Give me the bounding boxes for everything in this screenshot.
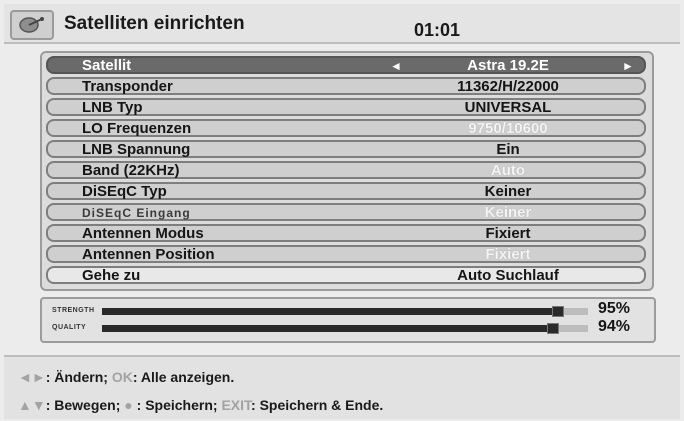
setting-label: Band (22KHz): [82, 162, 180, 179]
satellite-dish-icon: [10, 10, 54, 40]
setting-value: 11362/H/22000: [457, 78, 559, 95]
setting-value: 9750/10600: [468, 120, 548, 137]
title-bar: Satelliten einrichten 01:01: [4, 4, 680, 44]
setting-label: LNB Spannung: [82, 141, 191, 158]
help-text-save: : Speichern;: [132, 397, 222, 413]
setting-value: Auto Suchlauf: [457, 267, 559, 284]
help-bar: ◄►: Ändern; OK: Alle anzeigen. ▲▼: Beweg…: [4, 355, 680, 419]
setting-row-transponder[interactable]: Transponder 11362/H/22000: [46, 77, 646, 95]
setting-value: Keiner: [484, 204, 532, 221]
strength-label: STRENGTH: [52, 307, 95, 314]
signal-meters: STRENGTH 95% QUALITY 94%: [40, 297, 656, 343]
setting-label: Transponder: [82, 78, 173, 95]
clock: 01:01: [414, 20, 461, 40]
setting-value: Keiner: [484, 183, 532, 200]
help-text-show-all: : Alle anzeigen.: [132, 369, 235, 385]
record-dot-icon: ●: [124, 397, 133, 413]
setting-row-satellit[interactable]: Satellit ◄ Astra 19.2E ►: [46, 56, 646, 74]
setting-value: Auto: [490, 162, 526, 179]
strength-percent: 95%: [598, 300, 631, 317]
help-text-change: : Ändern;: [45, 369, 112, 385]
setting-label: DiSEqC Typ: [82, 183, 167, 200]
left-right-arrows-icon: ◄►: [18, 369, 46, 385]
setting-value: UNIVERSAL: [464, 99, 552, 116]
setting-label: LO Frequenzen: [82, 120, 192, 137]
help-line-move: ▲▼: Bewegen; ● : Speichern; EXIT: Speich…: [18, 397, 383, 413]
ok-key-label: OK: [111, 369, 133, 385]
strength-bar-fill: [102, 308, 564, 315]
setting-label: Satellit: [82, 57, 132, 74]
setting-row-antennen-modus[interactable]: Antennen Modus Fixiert: [46, 224, 646, 242]
setting-value: Astra 19.2E: [467, 57, 549, 74]
setting-value: Fixiert: [485, 246, 531, 263]
quality-bar-marker: [547, 323, 559, 334]
setting-row-diseqc-typ[interactable]: DiSEqC Typ Keiner: [46, 182, 646, 200]
quality-label: QUALITY: [52, 324, 87, 331]
setting-value: Ein: [496, 141, 520, 158]
satellite-setup-screen: Satelliten einrichten 01:01 Satellit ◄ A…: [0, 0, 684, 421]
quality-bar: [102, 323, 588, 334]
setting-label: LNB Typ: [82, 99, 143, 116]
setting-row-diseqc-eingang[interactable]: DiSEqC Eingang Keiner: [46, 203, 646, 221]
setting-label: Antennen Position: [82, 246, 215, 263]
quality-percent: 94%: [598, 318, 631, 335]
settings-panel: Satellit ◄ Astra 19.2E ► Transponder 113…: [40, 51, 654, 291]
setting-label: Gehe zu: [82, 267, 141, 284]
page-title: Satelliten einrichten: [64, 13, 245, 34]
setting-row-lnb-spannung[interactable]: LNB Spannung Ein: [46, 140, 646, 158]
strength-bar: [102, 306, 588, 317]
setting-row-antennen-position[interactable]: Antennen Position Fixiert: [46, 245, 646, 263]
help-text-move: : Bewegen;: [45, 397, 125, 413]
setting-row-lnb-typ[interactable]: LNB Typ UNIVERSAL: [46, 98, 646, 116]
exit-key-label: EXIT: [221, 397, 252, 413]
arrow-left-icon[interactable]: ◄: [390, 59, 402, 73]
strength-bar-marker: [552, 306, 564, 317]
setting-label: Antennen Modus: [82, 225, 204, 242]
setting-label: DiSEqC Eingang: [82, 206, 191, 220]
up-down-arrows-icon: ▲▼: [18, 397, 46, 413]
help-text-save-exit: : Speichern & Ende.: [251, 397, 384, 413]
setting-row-lo-frequenzen[interactable]: LO Frequenzen 9750/10600: [46, 119, 646, 137]
setting-row-gehe-zu[interactable]: Gehe zu Auto Suchlauf: [46, 266, 646, 284]
setting-row-band[interactable]: Band (22KHz) Auto: [46, 161, 646, 179]
help-line-change: ◄►: Ändern; OK: Alle anzeigen.: [18, 369, 234, 385]
quality-bar-fill: [102, 325, 559, 332]
setting-value: Fixiert: [485, 225, 531, 242]
arrow-right-icon[interactable]: ►: [622, 59, 634, 73]
